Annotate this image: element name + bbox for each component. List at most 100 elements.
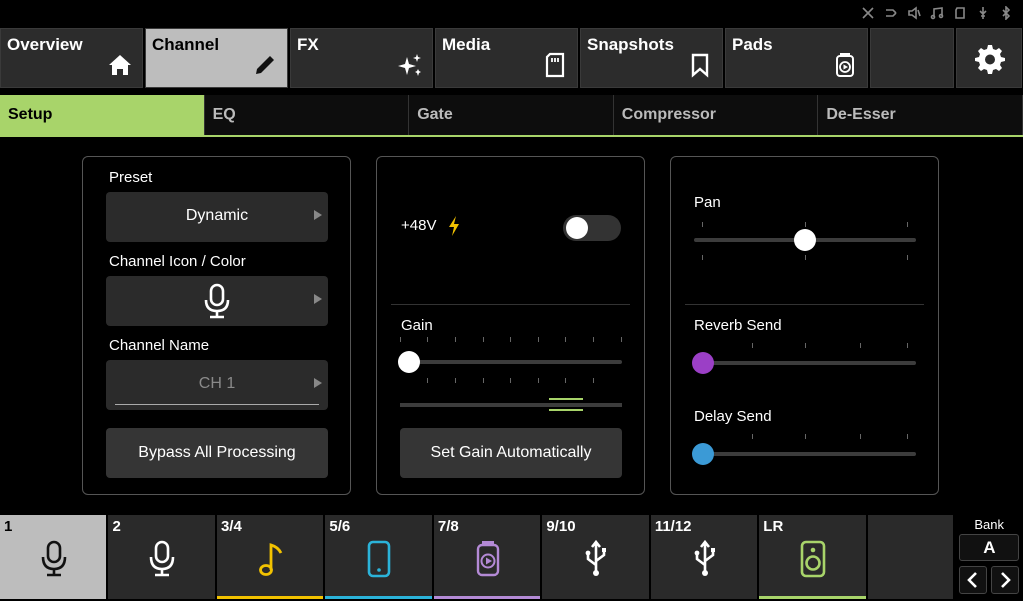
subtab-setup[interactable]: Setup — [0, 95, 205, 135]
channel-name-label: Channel Name — [109, 337, 210, 354]
settings-button[interactable] — [956, 28, 1022, 88]
channel-button-9-10[interactable]: 9/10 — [542, 515, 649, 599]
microphone-icon — [202, 283, 232, 319]
pan-slider[interactable] — [694, 225, 916, 255]
gain-track — [400, 360, 622, 364]
chevron-right-icon — [314, 378, 322, 388]
channel-name-underline — [115, 404, 319, 405]
subtab-eq-label: EQ — [212, 106, 236, 123]
usb-icon — [688, 539, 722, 579]
tab-overview-label: Overview — [7, 35, 83, 54]
channel-button-2[interactable]: 2 — [108, 515, 215, 599]
tab-channel-label: Channel — [152, 35, 220, 54]
preset-selector[interactable]: Dynamic — [106, 192, 328, 242]
pan-knob[interactable] — [794, 229, 816, 251]
reverb-knob[interactable] — [692, 352, 714, 374]
channel-button-11-12[interactable]: 11/12 — [650, 515, 758, 599]
delay-track — [694, 452, 916, 456]
subtab-gate[interactable]: Gate — [409, 95, 614, 135]
pad-icon — [831, 51, 859, 79]
channel-color-line — [759, 596, 866, 599]
channel-name-field[interactable]: CH 1 — [106, 360, 328, 410]
chevron-right-icon — [1001, 572, 1012, 588]
channel-button-7-8[interactable]: 7/8 — [433, 515, 541, 599]
reverb-send-slider[interactable] — [692, 348, 916, 378]
chevron-left-icon — [967, 572, 978, 588]
channel-color-line — [325, 596, 432, 599]
usb-status-icon — [976, 6, 990, 20]
bank-value-button[interactable]: A — [959, 534, 1020, 561]
gear-icon — [975, 45, 1005, 74]
subtab-compressor-label: Compressor — [621, 106, 717, 123]
channel-number: 5/6 — [329, 518, 351, 535]
gain-knob[interactable] — [398, 351, 420, 373]
speaker-icon — [796, 539, 830, 579]
sub-tab-bar: Setup EQ Gate Compressor De-Esser — [0, 95, 1023, 137]
input-panel: +48V Gain Set Gain Automatically — [376, 156, 645, 495]
channel-color-line — [433, 596, 541, 599]
mute-speaker-icon — [907, 6, 921, 20]
gain-slider[interactable] — [398, 347, 622, 377]
channel-button-5-6[interactable]: 5/6 — [325, 515, 432, 599]
tab-media-label: Media — [442, 35, 491, 54]
chevron-right-icon — [314, 294, 322, 304]
gain-ticks-bottom — [400, 378, 621, 384]
phantom-power-toggle[interactable] — [563, 215, 621, 241]
tab-snapshots-label: Snapshots — [587, 35, 674, 54]
microphone-icon — [145, 539, 179, 579]
subtab-gate-label: Gate — [417, 106, 453, 123]
subtab-de-esser-label: De-Esser — [826, 106, 896, 123]
pan-ticks-bottom — [694, 255, 915, 261]
channel-button-3-4[interactable]: 3/4 — [216, 515, 324, 599]
channel-name-value: CH 1 — [198, 375, 236, 392]
delay-send-slider[interactable] — [692, 439, 916, 469]
set-gain-automatically-button[interactable]: Set Gain Automatically — [400, 428, 622, 478]
subtab-eq[interactable]: EQ — [204, 95, 410, 135]
reverb-track — [694, 361, 916, 365]
channel-number: 2 — [112, 518, 121, 535]
subtab-de-esser[interactable]: De-Esser — [818, 95, 1023, 135]
sd-status-icon — [953, 6, 967, 20]
channel-button-lr[interactable]: LR — [759, 515, 866, 599]
notes-icon — [930, 6, 944, 20]
channel-color-line — [216, 596, 324, 599]
subtab-compressor[interactable]: Compressor — [613, 95, 819, 135]
pan-label: Pan — [694, 194, 721, 211]
tab-fx-label: FX — [297, 35, 319, 54]
bypass-all-processing-button[interactable]: Bypass All Processing — [106, 428, 328, 478]
delay-knob[interactable] — [692, 443, 714, 465]
usb-icon — [579, 539, 613, 579]
tab-pads[interactable]: Pads — [725, 28, 868, 88]
delay-send-label: Delay Send — [694, 408, 772, 425]
tab-channel[interactable]: Channel — [145, 28, 288, 88]
chevron-right-icon — [314, 210, 322, 220]
channel-button-1[interactable]: 1 — [0, 515, 107, 599]
tab-snapshots[interactable]: Snapshots — [580, 28, 723, 88]
reverb-send-label: Reverb Send — [694, 317, 782, 334]
bank-prev-button[interactable] — [959, 566, 988, 594]
tab-overview[interactable]: Overview — [0, 28, 143, 88]
sparkle-icon — [396, 51, 424, 79]
bluetooth-icon — [999, 5, 1013, 21]
channel-icon-selector[interactable] — [106, 276, 328, 326]
route-icon — [884, 6, 898, 20]
gain-meter-target — [549, 398, 583, 400]
sends-panel: Pan Reverb Send Delay Send — [670, 156, 939, 495]
tab-bar-spacer — [870, 28, 954, 88]
channel-number: 1 — [4, 518, 13, 535]
channel-number: 7/8 — [437, 518, 459, 535]
setup-panel: Preset Dynamic Channel Icon / Color Chan… — [82, 156, 351, 495]
cross-icon — [861, 6, 875, 20]
gain-ticks-top — [400, 337, 622, 343]
divider — [391, 304, 630, 305]
play-pad-icon — [471, 539, 505, 579]
channel-number: 11/12 — [654, 518, 692, 535]
bank-next-button[interactable] — [991, 566, 1020, 594]
phantom-power-label: +48V — [401, 217, 437, 234]
tab-media[interactable]: Media — [435, 28, 578, 88]
bookmark-icon — [686, 51, 714, 79]
home-icon — [106, 51, 134, 79]
tab-fx[interactable]: FX — [290, 28, 433, 88]
channel-number: 9/10 — [546, 518, 576, 535]
gain-meter-target — [549, 409, 583, 411]
